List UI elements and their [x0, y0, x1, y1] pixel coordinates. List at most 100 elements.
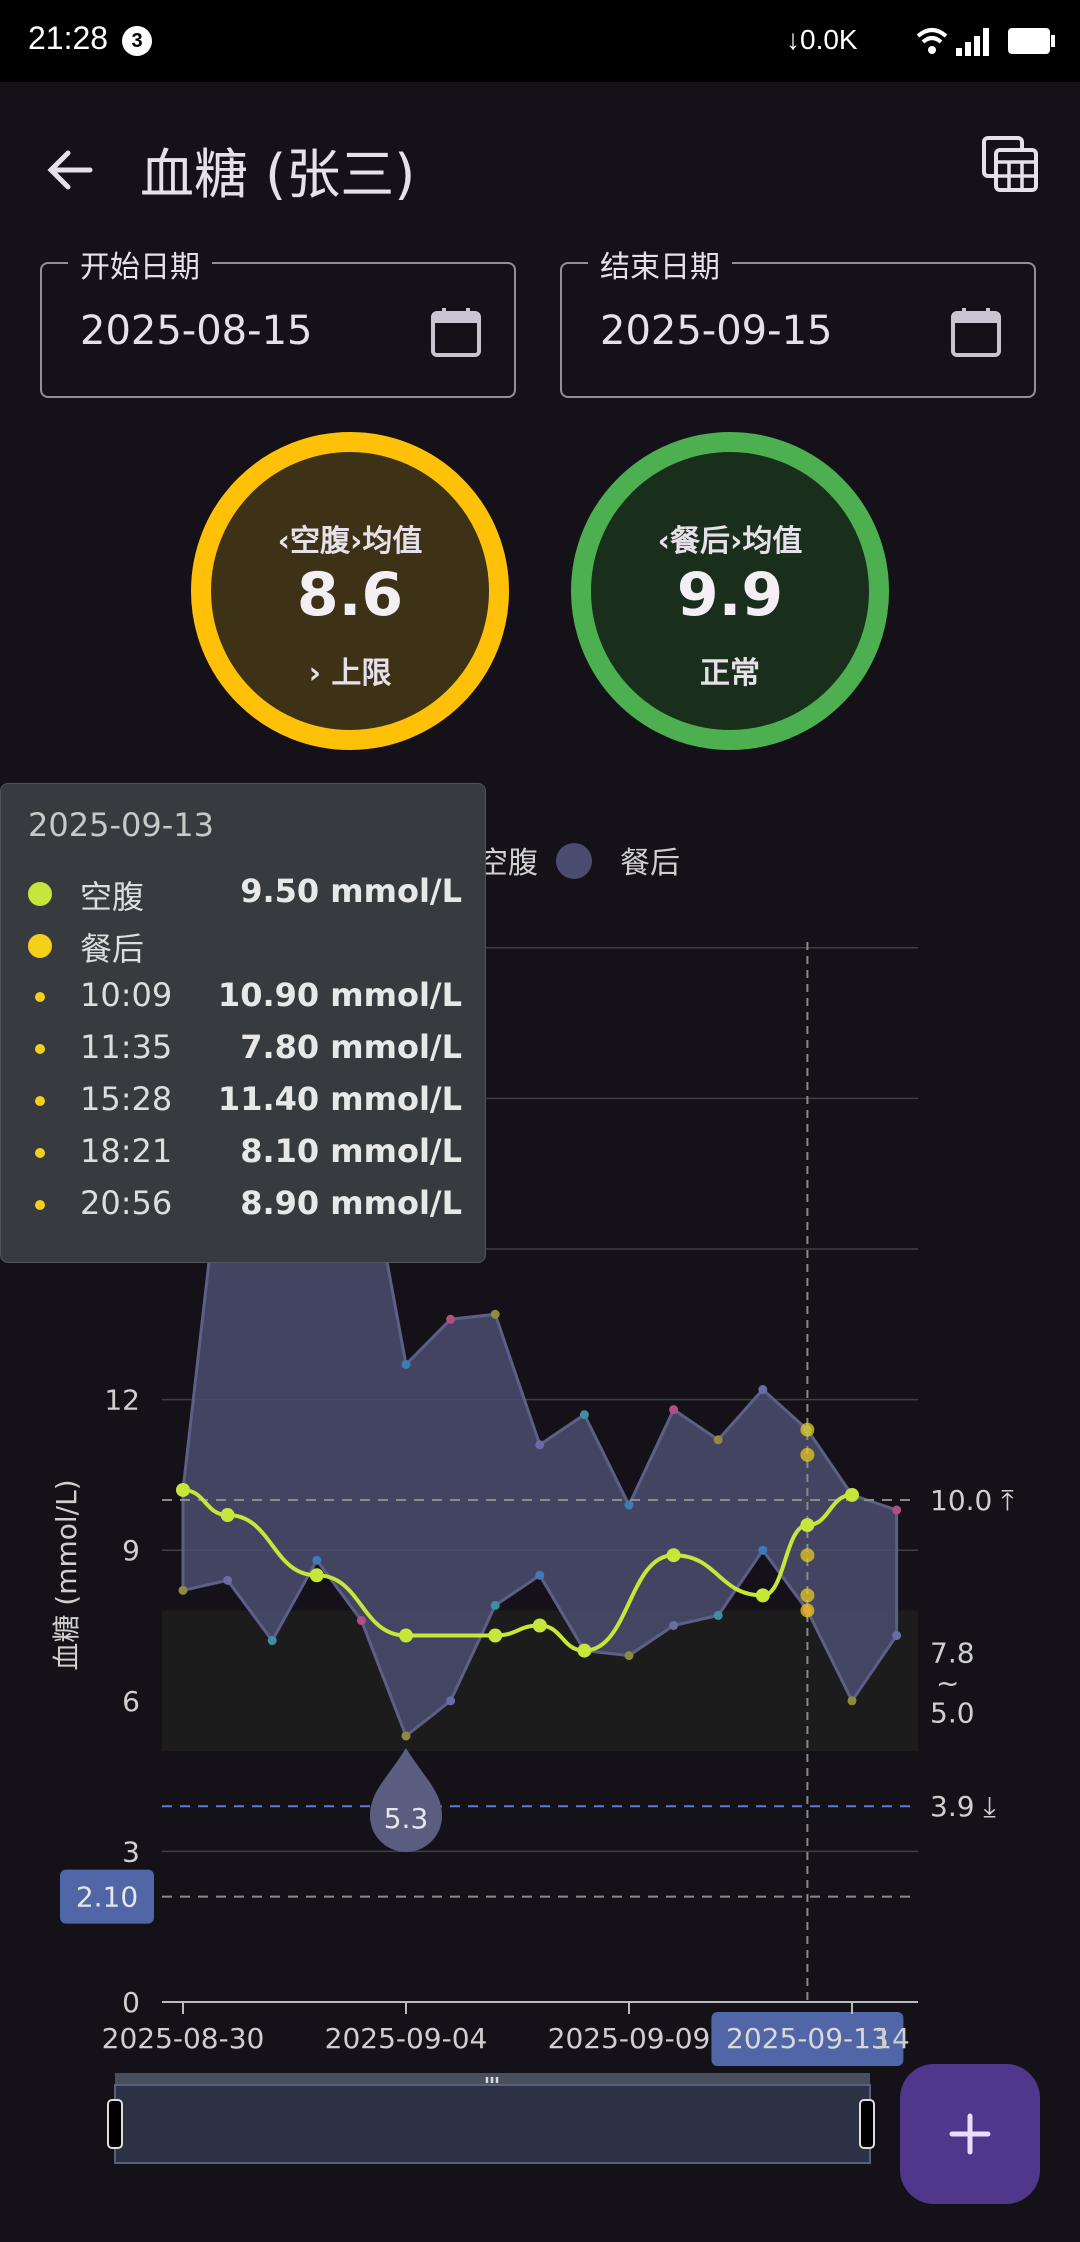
fasting-average-status: › 上限: [308, 656, 392, 691]
postmeal-reading-dot: [669, 1621, 679, 1630]
chart-tooltip: 2025-09-13 空腹 9.50 mmol/L 餐后 10:09 10.90…: [0, 783, 486, 1263]
postmeal-reading-dot: [535, 1570, 545, 1580]
tooltip-row-value: 8.10 mmol/L: [240, 1132, 462, 1170]
legend-postmeal-label: 餐后: [620, 846, 680, 881]
target-range-separator: ~: [936, 1666, 959, 1699]
wifi-icon: [916, 28, 948, 54]
page-title: 血糖 (张三): [140, 143, 416, 206]
fasting-average-card: ‹空腹›均值 8.6 › 上限: [191, 432, 509, 750]
postmeal-average-card: ‹餐后›均值 9.9 正常: [571, 432, 889, 750]
status-time: 21:28: [28, 20, 109, 56]
zoom-slider[interactable]: [107, 2073, 875, 2164]
tooltip-reading-dot: [35, 1096, 45, 1106]
arrow-left-icon[interactable]: [40, 140, 100, 200]
end-date-value: 2025-09-15: [600, 308, 833, 354]
x-tick-label: 2025-08-30: [102, 2022, 265, 2055]
tooltip-row-value: 11.40 mmol/L: [217, 1080, 462, 1118]
calendar-icon[interactable]: [950, 306, 1002, 358]
fasting-data-point: [220, 1508, 235, 1523]
fasting-data-point: [800, 1518, 815, 1533]
y-tick-label: 6: [122, 1685, 140, 1718]
reference-line-label: 2.10: [76, 1881, 138, 1914]
tooltip-reading-dot: [35, 992, 45, 1002]
fasting-data-point: [532, 1618, 547, 1633]
reference-line-label: 10.0 ⤒: [930, 1484, 1014, 1517]
postmeal-reading-dot: [356, 1615, 366, 1625]
highlighted-reading-dot: [800, 1447, 815, 1462]
tooltip-date: 2025-09-13: [28, 806, 214, 844]
y-tick-label: 9: [122, 1534, 140, 1567]
target-range-bottom-label: 5.0: [930, 1696, 975, 1729]
fasting-average-value: 8.6: [296, 560, 404, 630]
fasting-data-point: [577, 1643, 592, 1658]
network-speed: ↓0.0K: [786, 24, 858, 55]
postmeal-reading-dot: [267, 1636, 277, 1646]
x-tick-label: 2025-09-04: [325, 2022, 488, 2055]
signal-icon: [956, 28, 989, 56]
tooltip-row-name: 空腹: [80, 878, 145, 916]
postmeal-reading-dot: [713, 1610, 723, 1620]
tooltip-row-name: 18:21: [80, 1132, 173, 1170]
plus-icon: [949, 2113, 991, 2155]
x-tick-label: 2025-09-09: [548, 2022, 711, 2055]
y-tick-label: 12: [104, 1384, 140, 1417]
postmeal-reading-dot: [178, 1585, 188, 1595]
postmeal-reading-dot: [490, 1600, 500, 1610]
tooltip-row-name: 10:09: [80, 976, 173, 1014]
zoom-handle-right[interactable]: [859, 2099, 875, 2149]
y-tick-label: 3: [122, 1835, 140, 1868]
postmeal-reading-dot: [669, 1405, 679, 1415]
postmeal-reading-dot: [624, 1651, 634, 1661]
min-marker-pin: [370, 1747, 442, 1852]
tooltip-row: 11:35 7.80 mmol/L: [28, 1024, 462, 1072]
postmeal-reading-dot: [624, 1500, 634, 1510]
x-tick-label: 14: [874, 2022, 910, 2055]
fasting-data-point: [666, 1548, 681, 1563]
postmeal-reading-dot: [312, 1555, 322, 1565]
postmeal-average-status: 正常: [700, 656, 760, 691]
postmeal-reading-dot: [758, 1545, 768, 1555]
crosshair-label: 2025-09-13: [726, 2022, 889, 2055]
tooltip-row-name: 餐后: [80, 930, 145, 968]
fasting-data-point: [845, 1487, 859, 1502]
postmeal-reading-dot: [713, 1435, 723, 1445]
add-record-button[interactable]: [900, 2064, 1040, 2204]
tooltip-row: 空腹 9.50 mmol/L: [28, 868, 462, 916]
postmeal-reading-dot: [758, 1385, 768, 1395]
tooltip-row-name: 15:28: [80, 1080, 173, 1118]
min-marker-label: 5.3: [384, 1802, 429, 1835]
target-range-top-label: 7.8: [930, 1636, 975, 1669]
y-tick-label: 0: [122, 1986, 140, 2019]
postmeal-average-label: ‹餐后›均值: [657, 524, 803, 559]
tooltip-row-value: 10.90 mmol/L: [217, 976, 462, 1014]
postmeal-reading-dot: [892, 1631, 902, 1641]
legend-postmeal-swatch: [556, 843, 592, 879]
tooltip-row-value: 8.90 mmol/L: [240, 1184, 462, 1222]
status-bar: 21:28 3 ↓0.0K: [0, 0, 1080, 82]
y-axis-title: 血糖 (mmol/L): [50, 1479, 83, 1670]
tooltip-row: 餐后: [28, 920, 462, 968]
fasting-data-point: [488, 1628, 503, 1643]
reference-line-label: 3.9 ⤓: [930, 1790, 996, 1823]
start-date-field[interactable]: 开始日期 2025-08-15: [40, 242, 516, 398]
postmeal-reading-dot: [490, 1309, 500, 1319]
postmeal-reading-dot: [401, 1731, 411, 1741]
app-bar: 血糖 (张三): [0, 82, 1080, 242]
postmeal-reading-dot: [892, 1505, 902, 1515]
postmeal-reading-dot: [446, 1314, 456, 1324]
postmeal-reading-dot: [446, 1696, 456, 1706]
status-icons: [875, 26, 1055, 56]
fasting-data-point: [755, 1588, 770, 1603]
tooltip-reading-dot: [35, 1044, 45, 1054]
postmeal-reading-dot: [847, 1696, 857, 1706]
calendar-view-icon[interactable]: [980, 134, 1042, 196]
highlighted-reading-dot: [800, 1588, 815, 1603]
zoom-handle-left[interactable]: [107, 2099, 123, 2149]
calendar-icon[interactable]: [430, 306, 482, 358]
moon-icon: [875, 26, 898, 53]
fasting-data-point: [309, 1568, 324, 1583]
postmeal-reading-dot: [223, 1575, 233, 1585]
end-date-field[interactable]: 结束日期 2025-09-15: [560, 242, 1036, 398]
tooltip-row-name: 20:56: [80, 1184, 173, 1222]
start-date-label: 开始日期: [68, 242, 212, 286]
